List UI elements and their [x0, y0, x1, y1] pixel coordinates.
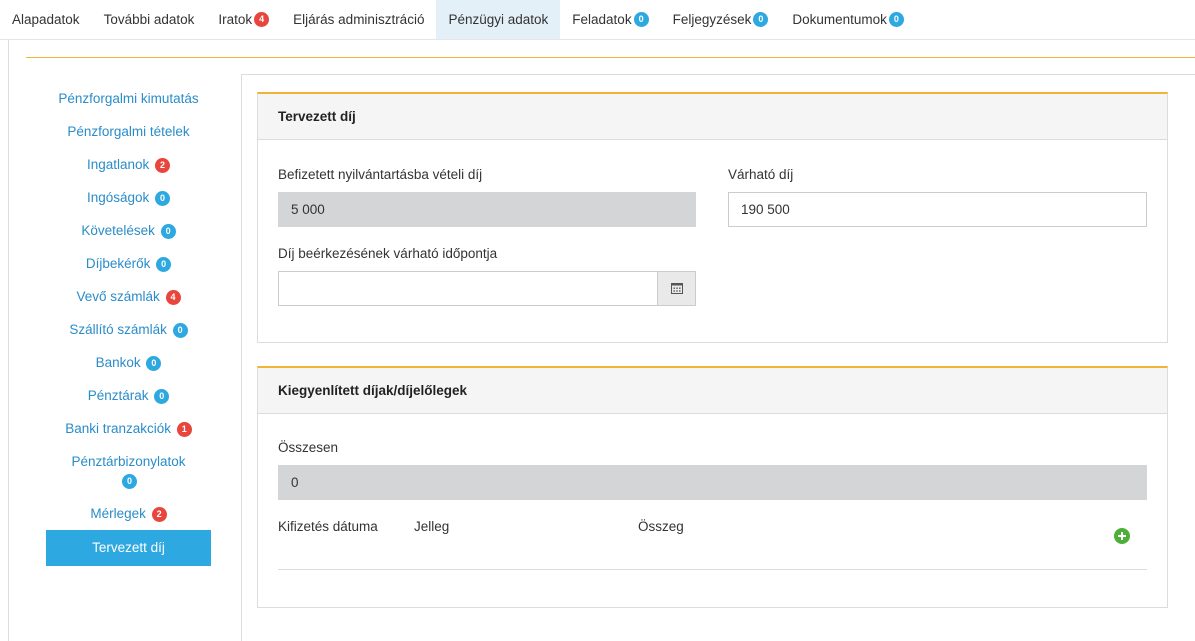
tab-label: Eljárás adminisztráció [293, 12, 425, 27]
tab-iratok[interactable]: Iratok 4 [206, 0, 281, 39]
count-badge: 0 [888, 12, 904, 27]
content-border [241, 74, 242, 641]
tab-dokumentumok[interactable]: Dokumentumok 0 [780, 0, 916, 39]
sidebar-item-label: Mérlegek [90, 506, 146, 521]
sidebar-item-penzforgalmi-tetelek[interactable]: Pénzforgalmi tételek [46, 115, 211, 148]
sidebar-item-penzforgalmi-kimutatas[interactable]: Pénzforgalmi kimutatás [46, 82, 211, 115]
frame-border [8, 40, 9, 641]
sidebar-item-dijbekerok[interactable]: Díjbekérők 0 [46, 247, 211, 280]
expected-date-label: Díj beérkezésének várható időpontja [278, 246, 498, 261]
count-badge: 4 [254, 12, 270, 27]
sidebar-item-vevo-szamlak[interactable]: Vevő számlák 4 [46, 280, 211, 313]
panel-title: Tervezett díj [258, 94, 1167, 140]
tab-label: Feladatok [572, 12, 632, 27]
count-badge: 0 [160, 224, 176, 239]
settled-fees-panel: Kiegyenlített díjak/díjelőlegek Összesen… [257, 366, 1168, 608]
count-badge: 2 [155, 158, 171, 173]
frame-accent-line [26, 57, 1195, 58]
paid-fee-field: 5 000 [278, 192, 696, 227]
sidebar-item-ingatlanok[interactable]: Ingatlanok 2 [46, 148, 211, 181]
column-header-amount: Összeg [638, 519, 684, 534]
expected-fee-input[interactable]: 190 500 [728, 192, 1147, 227]
sidebar-item-merlegek[interactable]: Mérlegek 2 [46, 497, 211, 530]
sidebar-item-penztarak[interactable]: Pénztárak 0 [46, 379, 211, 412]
tab-feljegyzesek[interactable]: Feljegyzések 0 [661, 0, 781, 39]
column-header-payment-date: Kifizetés dátuma [278, 519, 378, 534]
tab-feladatok[interactable]: Feladatok 0 [560, 0, 660, 39]
sidebar-item-bankok[interactable]: Bankok 0 [46, 346, 211, 379]
tab-label: Pénzügyi adatok [448, 12, 549, 27]
sidebar-item-label: Pénzforgalmi kimutatás [58, 91, 199, 106]
expected-fee-label: Várható díj [728, 167, 794, 182]
calendar-button[interactable] [657, 271, 696, 306]
planned-fee-panel: Tervezett díj Befizetett nyilvántartásba… [257, 92, 1168, 343]
tab-tovabbi-adatok[interactable]: További adatok [92, 0, 207, 39]
plus-circle-icon [1117, 528, 1127, 544]
count-badge: 1 [176, 422, 192, 437]
sidebar-nav: Pénzforgalmi kimutatás Pénzforgalmi téte… [46, 82, 211, 566]
count-badge: 0 [753, 12, 769, 27]
sidebar-item-label: Pénztárak [87, 388, 149, 403]
count-badge: 0 [633, 12, 649, 27]
content-border-top [241, 74, 1195, 75]
sidebar-item-label: Vevő számlák [76, 289, 160, 304]
tab-label: Feljegyzések [672, 12, 752, 27]
sidebar-item-label: Bankok [95, 355, 141, 370]
sidebar-item-label: Követelések [81, 223, 155, 238]
count-badge: 0 [146, 356, 162, 371]
sidebar-item-szallito-szamlak[interactable]: Szállító számlák 0 [46, 313, 211, 346]
expected-date-input[interactable] [278, 271, 658, 306]
sidebar-item-label: Szállító számlák [69, 322, 167, 337]
count-badge: 2 [151, 507, 167, 522]
tab-alapadatok[interactable]: Alapadatok [0, 0, 92, 39]
sidebar-item-label: Díjbekérők [85, 256, 151, 271]
count-badge: 0 [155, 191, 171, 206]
sidebar-item-label: Banki tranzakciók [65, 421, 172, 436]
sidebar-item-ingosagok[interactable]: Ingóságok 0 [46, 181, 211, 214]
paid-fee-label: Befizetett nyilvántartásba vételi díj [278, 167, 483, 182]
sidebar-item-banki-tranzakciok[interactable]: Banki tranzakciók 1 [46, 412, 211, 445]
sidebar-item-label: Ingóságok [86, 190, 150, 205]
tab-penzugyi-adatok[interactable]: Pénzügyi adatok [436, 0, 561, 39]
tab-label: További adatok [103, 12, 195, 27]
sidebar-item-penztarbizonylatok[interactable]: Pénztárbizonylatok 0 [46, 445, 211, 497]
count-badge: 0 [156, 257, 172, 272]
count-badge: 4 [165, 290, 181, 305]
tab-label: Alapadatok [12, 12, 80, 27]
sidebar-item-kovetelesek[interactable]: Követelések 0 [46, 214, 211, 247]
total-label: Összesen [278, 440, 339, 455]
tab-label: Iratok [218, 12, 253, 27]
count-badge: 0 [172, 323, 188, 338]
panel-title: Kiegyenlített díjak/díjelőlegek [258, 368, 1167, 414]
sidebar-item-label: Pénzforgalmi tételek [67, 124, 190, 139]
sidebar-item-label: Tervezett díj [92, 540, 165, 555]
tab-eljaras-adminisztracio[interactable]: Eljárás adminisztráció [281, 0, 436, 39]
column-header-type: Jelleg [414, 519, 450, 534]
calendar-icon [670, 281, 683, 297]
count-badge: 0 [122, 474, 137, 489]
total-field: 0 [278, 465, 1147, 500]
tab-label: Dokumentumok [792, 12, 887, 27]
sidebar-item-label: Ingatlanok [86, 157, 150, 172]
add-payment-button[interactable] [1114, 528, 1130, 544]
table-divider [278, 569, 1147, 570]
sidebar-item-tervezett-dij[interactable]: Tervezett díj [46, 530, 211, 566]
tab-bar: Alapadatok További adatok Iratok 4 Eljár… [0, 0, 1195, 40]
count-badge: 0 [154, 389, 170, 404]
sidebar-item-label: Pénztárbizonylatok [71, 454, 186, 469]
